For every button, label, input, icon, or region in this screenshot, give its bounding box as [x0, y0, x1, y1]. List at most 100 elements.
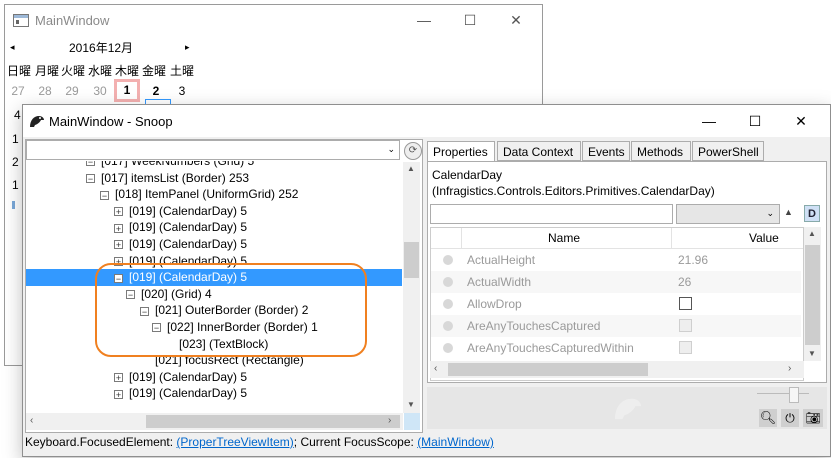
expand-icon[interactable]: + [114, 389, 123, 399]
property-filter-input[interactable] [430, 204, 673, 224]
property-row[interactable]: AreAnyTouchesCaptured [431, 315, 801, 337]
weekday-label: 月曜 [35, 64, 60, 78]
calendar-day[interactable]: 2 [145, 84, 167, 98]
zoom-slider-thumb[interactable] [789, 387, 799, 403]
calendar-day-partial[interactable]: 2 [12, 155, 19, 169]
snoop-window: MainWindow - Snoop — ☐ ✕ ⌄ ⟳ − [017] Week… [22, 104, 831, 457]
property-value-checkbox [679, 341, 692, 354]
scrollbar-thumb-h[interactable] [146, 415, 400, 428]
tree-node[interactable]: + [019] (CalendarDay) 5 [26, 369, 402, 386]
property-horizontal-scrollbar[interactable]: ‹ › [430, 361, 804, 378]
scroll-down-icon[interactable]: ▼ [407, 400, 415, 409]
calendar-day-today[interactable]: 1 [114, 79, 140, 102]
scrollbar-thumb[interactable] [805, 245, 820, 345]
property-row[interactable]: AreAnyTouchesCapturedWithin [431, 337, 801, 359]
camera-icon[interactable]: 📷︎ [803, 409, 823, 427]
sort-up-icon[interactable]: ▲ [784, 207, 793, 217]
property-group-dropdown[interactable]: ⌄ [676, 204, 780, 224]
tree-node[interactable]: − [018] ItemPanel (UniformGrid) 252 [26, 186, 402, 203]
tab-properties[interactable]: Properties [427, 141, 495, 163]
tree-node-label: [019] (CalendarDay) 5 [129, 203, 248, 218]
scroll-right-icon[interactable]: › [388, 415, 391, 426]
expand-icon[interactable]: + [114, 373, 123, 383]
property-grid: Name Value ActualHeight 21.96 ActualWidth 2… [430, 227, 804, 381]
refresh-icon[interactable]: ⟳ [404, 142, 422, 160]
snoop-logo-icon [29, 114, 45, 131]
weekday-label: 木曜 [115, 64, 140, 78]
collapse-icon[interactable]: − [100, 190, 109, 200]
calendar-day[interactable]: 30 [89, 84, 111, 98]
scroll-corner [404, 413, 420, 430]
calendar-prev-button[interactable]: ◂ [10, 42, 15, 53]
property-value[interactable]: 21.96 [678, 253, 708, 267]
power-icon[interactable]: ⏻ [781, 409, 799, 427]
calendar-day[interactable]: 28 [34, 84, 56, 98]
focus-scope-link[interactable]: (MainWindow) [417, 435, 494, 449]
bg-close-button[interactable]: ✕ [493, 5, 539, 35]
tree-node[interactable]: + [019] (CalendarDay) 5 [26, 219, 402, 236]
status-bar: Keyboard.FocusedElement: (ProperTreeView… [25, 435, 494, 449]
magnify-icon[interactable]: 🔍︎ [759, 409, 777, 427]
scrollbar-thumb[interactable] [404, 242, 419, 278]
property-row[interactable]: ActualWidth 26 [431, 271, 801, 293]
column-header-name[interactable]: Name [548, 231, 580, 245]
breakpoint-dot-icon[interactable] [443, 255, 453, 265]
scroll-left-icon[interactable]: ‹ [434, 363, 437, 374]
breakpoint-dot-icon[interactable] [443, 321, 453, 331]
bg-window-title: MainWindow [35, 13, 110, 28]
property-row[interactable]: ActualHeight 21.96 [431, 249, 801, 271]
scroll-left-icon[interactable]: ‹ [30, 415, 33, 426]
tree-horizontal-scrollbar[interactable]: ‹ › [26, 413, 403, 430]
bg-minimize-button[interactable]: — [401, 5, 447, 35]
calendar-day[interactable]: 29 [61, 84, 83, 98]
chevron-down-icon[interactable]: ⌄ [766, 208, 774, 219]
column-divider [671, 228, 672, 248]
property-row[interactable]: AllowDrop [431, 293, 801, 315]
expand-icon[interactable]: + [114, 223, 123, 233]
scroll-up-icon[interactable]: ▲ [808, 229, 816, 238]
chevron-down-icon[interactable]: ⌄ [387, 144, 395, 155]
snoop-watermark-icon [613, 395, 643, 424]
focused-element-link[interactable]: (ProperTreeViewItem) [176, 435, 293, 449]
collapse-icon[interactable]: − [86, 161, 95, 167]
scroll-up-icon[interactable]: ▲ [407, 164, 415, 173]
expand-icon[interactable]: + [114, 240, 123, 250]
tab-powershell[interactable]: PowerShell [692, 141, 764, 161]
calendar-day[interactable]: 3 [171, 84, 193, 98]
default-values-toggle[interactable]: D [804, 205, 820, 222]
property-vertical-scrollbar[interactable]: ▲ ▼ [804, 227, 821, 361]
tree-node[interactable]: − [017] itemsList (Border) 253 [26, 170, 402, 187]
tree-node[interactable]: + [019] (CalendarDay) 5 [26, 203, 402, 220]
weekday-label: 火曜 [61, 64, 86, 78]
scroll-right-icon[interactable]: › [788, 363, 791, 374]
tab-data-context[interactable]: Data Context [497, 141, 581, 161]
property-value-checkbox[interactable] [679, 297, 692, 310]
snoop-minimize-button[interactable]: — [686, 106, 732, 136]
calendar-day-partial[interactable]: 1 [12, 178, 19, 192]
collapse-icon[interactable]: − [86, 173, 95, 183]
tree-node[interactable]: + [019] (CalendarDay) 5 [26, 385, 402, 402]
property-name: AllowDrop [467, 297, 522, 311]
column-header-value[interactable]: Value [749, 231, 779, 245]
breakpoint-dot-icon[interactable] [443, 299, 453, 309]
calendar-day-partial[interactable]: 1 [12, 132, 19, 146]
snoop-close-button[interactable]: ✕ [778, 106, 824, 136]
tree-filter-combobox[interactable]: ⌄ [26, 140, 400, 160]
scrollbar-thumb-h[interactable] [448, 363, 648, 376]
snoop-maximize-button[interactable]: ☐ [732, 106, 778, 136]
bg-title-bar: MainWindow — ☐ ✕ [5, 5, 542, 35]
expand-icon[interactable]: + [114, 207, 123, 217]
calendar-next-button[interactable]: ▸ [185, 42, 190, 53]
tab-events[interactable]: Events [582, 141, 630, 161]
bg-maximize-button[interactable]: ☐ [447, 5, 493, 35]
tree-vertical-scrollbar[interactable]: ▲ ▼ [403, 162, 420, 413]
zoom-slider-track[interactable] [757, 393, 809, 394]
calendar-day[interactable]: 27 [7, 84, 29, 98]
property-value[interactable]: 26 [678, 275, 691, 289]
scroll-down-icon[interactable]: ▼ [808, 349, 816, 358]
tab-methods[interactable]: Methods [631, 141, 691, 161]
breakpoint-dot-icon[interactable] [443, 343, 453, 353]
calendar-day-partial[interactable]: 4 [14, 108, 21, 122]
breakpoint-dot-icon[interactable] [443, 277, 453, 287]
tree-node[interactable]: + [019] (CalendarDay) 5 [26, 236, 402, 253]
